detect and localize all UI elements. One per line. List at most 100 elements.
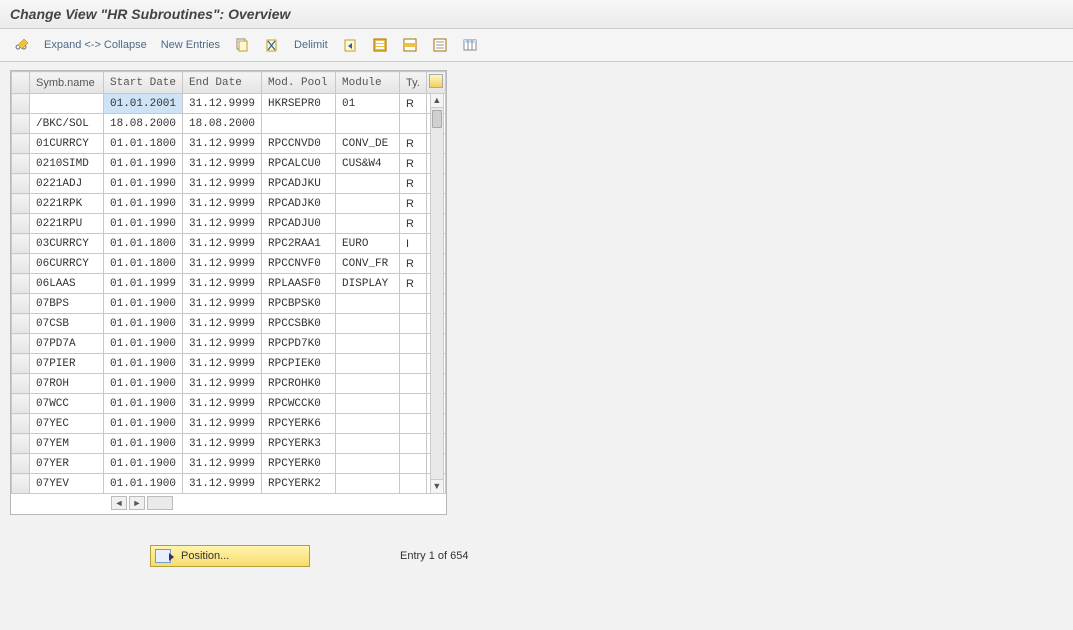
cell-module[interactable] [336, 434, 400, 454]
cell-symb-name[interactable]: 07YER [30, 454, 104, 474]
cell-end-date[interactable]: 31.12.9999 [183, 294, 262, 314]
cell-mod-pool[interactable]: RPCPIEK0 [262, 354, 336, 374]
cell-symb-name[interactable]: 0221RPU [30, 214, 104, 234]
cell-symb-name[interactable]: 07YEV [30, 474, 104, 494]
cell-type[interactable] [400, 434, 427, 454]
cell-start-date[interactable]: 01.01.1900 [104, 294, 183, 314]
scroll-right-button[interactable]: ► [129, 496, 145, 510]
cell-end-date[interactable]: 31.12.9999 [183, 94, 262, 114]
cell-module[interactable] [336, 314, 400, 334]
cell-mod-pool[interactable]: RPLAASF0 [262, 274, 336, 294]
cell-type[interactable] [400, 294, 427, 314]
table-row[interactable]: 0221ADJ01.01.199031.12.9999RPCADJKUR [12, 174, 446, 194]
row-selector[interactable] [12, 174, 30, 194]
cell-mod-pool[interactable]: RPCADJK0 [262, 194, 336, 214]
cell-module[interactable]: DISPLAY [336, 274, 400, 294]
col-end-date[interactable]: End Date [183, 72, 262, 94]
new-entries-button[interactable]: New Entries [157, 37, 224, 53]
row-selector[interactable] [12, 434, 30, 454]
col-mod-pool[interactable]: Mod. Pool [262, 72, 336, 94]
col-symb-name[interactable]: Symb.name [30, 72, 104, 94]
row-selector[interactable] [12, 214, 30, 234]
cell-mod-pool[interactable]: RPCCSBK0 [262, 314, 336, 334]
cell-start-date[interactable]: 01.01.1800 [104, 234, 183, 254]
cell-type[interactable]: R [400, 214, 427, 234]
row-selector[interactable] [12, 334, 30, 354]
cell-mod-pool[interactable]: RPCYERK3 [262, 434, 336, 454]
scroll-down-button[interactable]: ▼ [431, 479, 443, 493]
cell-start-date[interactable]: 01.01.1900 [104, 454, 183, 474]
cell-module[interactable] [336, 454, 400, 474]
table-row[interactable]: 07WCC01.01.190031.12.9999RPCWCCK0 [12, 394, 446, 414]
cell-module[interactable]: CONV_DE [336, 134, 400, 154]
col-module[interactable]: Module [336, 72, 400, 94]
cell-start-date[interactable]: 01.01.1900 [104, 394, 183, 414]
cell-end-date[interactable]: 31.12.9999 [183, 214, 262, 234]
row-selector[interactable] [12, 94, 30, 114]
cell-module[interactable] [336, 394, 400, 414]
cell-mod-pool[interactable]: RPCCNVD0 [262, 134, 336, 154]
cell-start-date[interactable]: 01.01.1800 [104, 134, 183, 154]
cell-start-date[interactable]: 01.01.1990 [104, 174, 183, 194]
cell-start-date[interactable]: 01.01.1900 [104, 434, 183, 454]
row-selector[interactable] [12, 254, 30, 274]
cell-start-date[interactable]: 01.01.1990 [104, 154, 183, 174]
cell-mod-pool[interactable]: RPC2RAA1 [262, 234, 336, 254]
cell-mod-pool[interactable]: RPCBPSK0 [262, 294, 336, 314]
cell-end-date[interactable]: 31.12.9999 [183, 274, 262, 294]
cell-start-date[interactable]: 01.01.1800 [104, 254, 183, 274]
delete-button[interactable] [260, 35, 284, 55]
deselect-all-button[interactable] [428, 35, 452, 55]
row-selector[interactable] [12, 154, 30, 174]
cell-end-date[interactable]: 31.12.9999 [183, 354, 262, 374]
cell-end-date[interactable]: 31.12.9999 [183, 474, 262, 494]
cell-end-date[interactable]: 31.12.9999 [183, 174, 262, 194]
table-row[interactable]: 0210SIMD01.01.199031.12.9999RPCALCU0CUS&… [12, 154, 446, 174]
table-row[interactable]: 07PD7A01.01.190031.12.9999RPCPD7K0 [12, 334, 446, 354]
table-row[interactable]: 07YEM01.01.190031.12.9999RPCYERK3 [12, 434, 446, 454]
row-selector[interactable] [12, 354, 30, 374]
cell-type[interactable]: R [400, 134, 427, 154]
cell-type[interactable] [400, 414, 427, 434]
cell-symb-name[interactable]: 0221ADJ [30, 174, 104, 194]
table-row[interactable]: 07CSB01.01.190031.12.9999RPCCSBK0 [12, 314, 446, 334]
cell-type[interactable]: R [400, 154, 427, 174]
table-row[interactable]: 0221RPK01.01.199031.12.9999RPCADJK0R [12, 194, 446, 214]
cell-symb-name[interactable]: 07PD7A [30, 334, 104, 354]
table-row[interactable]: 03CURRCY01.01.180031.12.9999RPC2RAA1EURO… [12, 234, 446, 254]
table-row[interactable]: 07YEV01.01.190031.12.9999RPCYERK2 [12, 474, 446, 494]
cell-end-date[interactable]: 31.12.9999 [183, 414, 262, 434]
cell-end-date[interactable]: 31.12.9999 [183, 374, 262, 394]
row-selector[interactable] [12, 294, 30, 314]
row-selector[interactable] [12, 414, 30, 434]
cell-end-date[interactable]: 31.12.9999 [183, 234, 262, 254]
row-selector[interactable] [12, 234, 30, 254]
cell-symb-name[interactable]: 07WCC [30, 394, 104, 414]
cell-module[interactable] [336, 174, 400, 194]
cell-type[interactable]: R [400, 254, 427, 274]
cell-module[interactable]: CONV_FR [336, 254, 400, 274]
cell-end-date[interactable]: 31.12.9999 [183, 194, 262, 214]
cell-type[interactable] [400, 114, 427, 134]
cell-type[interactable] [400, 314, 427, 334]
cell-mod-pool[interactable]: RPCPD7K0 [262, 334, 336, 354]
cell-mod-pool[interactable]: RPCALCU0 [262, 154, 336, 174]
cell-symb-name[interactable]: 01CURRCY [30, 134, 104, 154]
cell-start-date[interactable]: 01.01.1900 [104, 314, 183, 334]
cell-mod-pool[interactable]: RPCADJKU [262, 174, 336, 194]
cell-end-date[interactable]: 31.12.9999 [183, 154, 262, 174]
cell-module[interactable] [336, 414, 400, 434]
cell-type[interactable] [400, 394, 427, 414]
cell-start-date[interactable]: 01.01.1900 [104, 474, 183, 494]
row-selector-header[interactable] [12, 72, 30, 94]
cell-mod-pool[interactable]: RPCYERK6 [262, 414, 336, 434]
cell-type[interactable]: I [400, 234, 427, 254]
cell-symb-name[interactable]: 06LAAS [30, 274, 104, 294]
cell-symb-name[interactable]: 07ROH [30, 374, 104, 394]
cell-type[interactable] [400, 354, 427, 374]
table-row[interactable]: 07YEC01.01.190031.12.9999RPCYERK6 [12, 414, 446, 434]
cell-symb-name[interactable] [30, 94, 104, 114]
cell-module[interactable] [336, 334, 400, 354]
cell-type[interactable] [400, 454, 427, 474]
cell-symb-name[interactable]: 07CSB [30, 314, 104, 334]
